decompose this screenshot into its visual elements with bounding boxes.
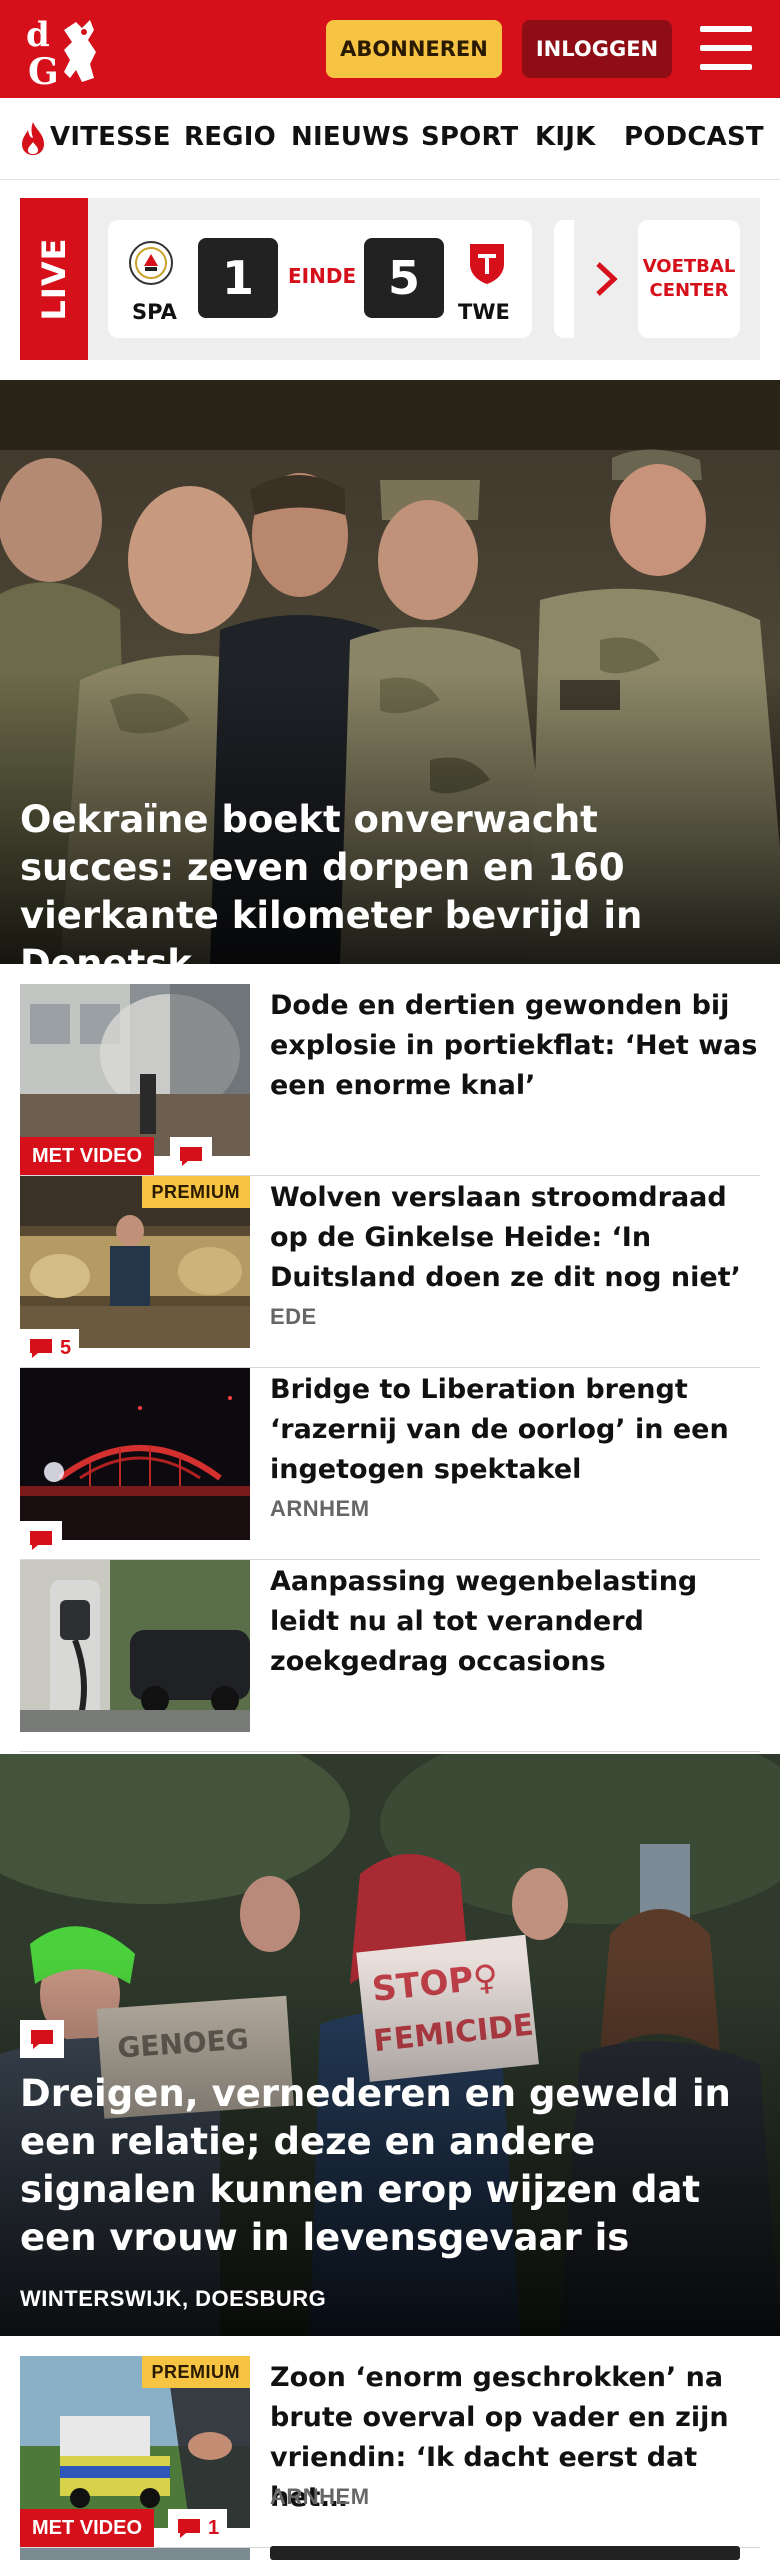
article-thumbnail [20, 1368, 250, 1540]
premium-badge: PREMIUM [141, 1176, 250, 1208]
chevron-right-icon[interactable] [592, 260, 622, 298]
comment-icon [30, 1531, 52, 1550]
nav-item-podcast[interactable]: PODCAST [624, 122, 764, 152]
article-title[interactable]: Aanpassing wegenbelasting leidt nu al to… [270, 1562, 760, 1682]
article-location: ARNHEM [270, 2484, 370, 2509]
article-item[interactable]: Bridge to Liberation brengt ‘razernij va… [20, 1368, 760, 1560]
login-button[interactable]: INLOGGEN [522, 20, 672, 78]
nav-item-regio[interactable]: REGIO [184, 122, 276, 152]
flame-icon [22, 122, 44, 155]
dg-logo[interactable]: d G [24, 12, 114, 88]
next-article-thumbnail [20, 2548, 250, 2560]
hero-article[interactable]: Oekraïne boekt onverwacht succes: zeven … [0, 380, 780, 964]
comment-badge [20, 2020, 64, 2058]
hero2-title[interactable]: Dreigen, vernederen en geweld in een rel… [20, 2070, 760, 2262]
article-item[interactable]: MET VIDEO Dode en dertien gewonden bij e… [20, 984, 760, 1176]
hero-article-2[interactable]: STOP♀ FEMICIDE GENOEG Dreigen, vernedere… [0, 1754, 780, 2336]
main-nav: VITESSE REGIO NIEUWS SPORT KIJK PODCAST [0, 98, 780, 180]
comment-icon [180, 1147, 202, 1166]
live-label: LIVE [35, 237, 73, 321]
svg-text:G: G [28, 51, 59, 88]
hero-title[interactable]: Oekraïne boekt onverwacht succes: zeven … [20, 796, 760, 964]
next-match-card[interactable] [554, 220, 574, 338]
video-badge: MET VIDEO [20, 1137, 155, 1175]
comment-icon [31, 2030, 53, 2049]
article-title[interactable]: Wolven verslaan stroomdraad op de Ginkel… [270, 1178, 760, 1298]
hamburger-menu-icon[interactable] [700, 24, 752, 72]
article-item[interactable]: PREMIUM MET VIDEO 1 Zoon ‘enorm geschrok… [20, 2356, 760, 2548]
comment-count: 5 [60, 1336, 72, 1359]
nav-item-kijk[interactable]: KIJK [535, 122, 595, 152]
match-card[interactable]: SPA 1 EINDE 5 TWE [108, 220, 532, 338]
svg-text:d: d [26, 15, 50, 55]
away-team-name: TWE [458, 300, 510, 324]
voetbal-center-line1: VOETBAL [642, 256, 736, 277]
nav-item-nieuws[interactable]: NIEUWS [291, 122, 410, 152]
article-location: ARNHEM [270, 1496, 370, 1521]
comment-badge [20, 1521, 62, 1559]
article-thumbnail [20, 984, 250, 1156]
comment-badge: 5 [20, 1329, 80, 1367]
premium-badge: PREMIUM [141, 2356, 250, 2388]
comment-icon [30, 1339, 52, 1358]
next-article-title [270, 2546, 740, 2560]
article-title[interactable]: Dode en dertien gewonden bij explosie in… [270, 986, 760, 1106]
comment-icon [178, 2519, 200, 2538]
live-tag: LIVE [20, 198, 88, 360]
voetbal-center-link[interactable]: VOETBAL CENTER [638, 220, 740, 338]
away-team-logo-icon [470, 244, 504, 284]
article-item[interactable]: PREMIUM 5 Wolven verslaan stroomdraad op… [20, 1176, 760, 1368]
comment-badge [170, 1137, 212, 1175]
video-badge: MET VIDEO [20, 2509, 155, 2547]
subscribe-button[interactable]: ABONNEREN [326, 20, 502, 78]
home-team-logo-icon [129, 241, 173, 285]
nav-item-vitesse[interactable]: VITESSE [50, 122, 171, 152]
site-header: d G ABONNEREN INLOGGEN [0, 0, 780, 98]
live-scores: LIVE SPA 1 EINDE 5 TWE VOETBAL CENTER [20, 198, 760, 360]
hero2-location: WINTERSWIJK, DOESBURG [20, 2286, 327, 2311]
article-thumbnail [20, 1560, 250, 1732]
comment-count: 1 [208, 2516, 220, 2539]
away-score: 5 [364, 238, 444, 318]
article-location: EDE [270, 1304, 317, 1329]
home-team-name: SPA [132, 300, 177, 324]
article-title[interactable]: Bridge to Liberation brengt ‘razernij va… [270, 1370, 760, 1490]
comment-badge: 1 [168, 2509, 228, 2547]
home-score: 1 [198, 238, 278, 318]
match-status: EINDE [288, 264, 357, 288]
article-item[interactable]: Aanpassing wegenbelasting leidt nu al to… [20, 1560, 760, 1752]
voetbal-center-line2: CENTER [649, 280, 729, 301]
nav-item-sport[interactable]: SPORT [421, 122, 518, 152]
